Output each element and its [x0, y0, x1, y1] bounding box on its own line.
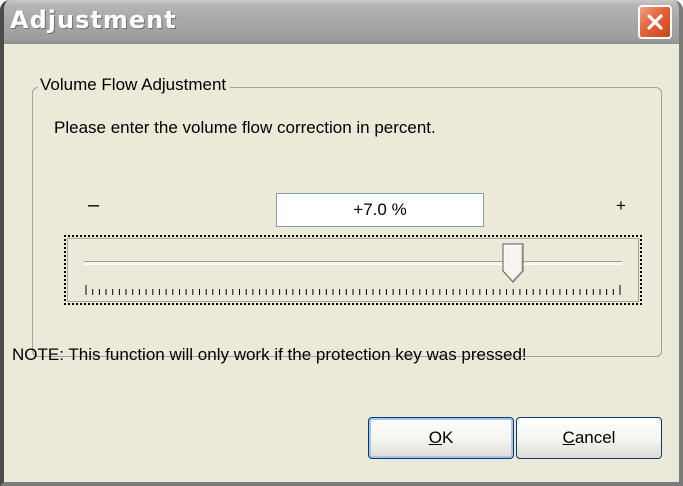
group-legend: Volume Flow Adjustment [38, 75, 231, 95]
slider-track [84, 261, 622, 265]
ok-label: K [441, 428, 454, 447]
ok-button[interactable]: OK [368, 417, 514, 459]
minus-label: – [88, 194, 100, 216]
note-text: NOTE: This function will only work if th… [12, 345, 527, 364]
dialog-body: Volume Flow Adjustment Please enter the … [4, 44, 679, 482]
close-button[interactable] [638, 5, 672, 39]
cancel-label: ancel [574, 428, 616, 447]
correction-value-field[interactable]: +7.0 % [276, 193, 484, 227]
cancel-button[interactable]: Cancel [516, 417, 662, 459]
slider-ticks [85, 285, 621, 295]
instruction-text: Please enter the volume flow correction … [54, 118, 436, 137]
plus-label: + [616, 196, 626, 215]
correction-slider[interactable] [64, 235, 642, 305]
ok-mnemonic: O [428, 428, 442, 447]
slider-thumb-shape [502, 243, 524, 283]
window-title: Adjustment [10, 6, 177, 34]
adjustment-dialog: Adjustment Volume Flow Adjustment Please… [0, 0, 683, 486]
slider-thumb[interactable] [502, 243, 524, 283]
cancel-mnemonic: C [562, 428, 575, 447]
title-bar[interactable]: Adjustment [4, 0, 679, 44]
close-icon [647, 14, 663, 30]
